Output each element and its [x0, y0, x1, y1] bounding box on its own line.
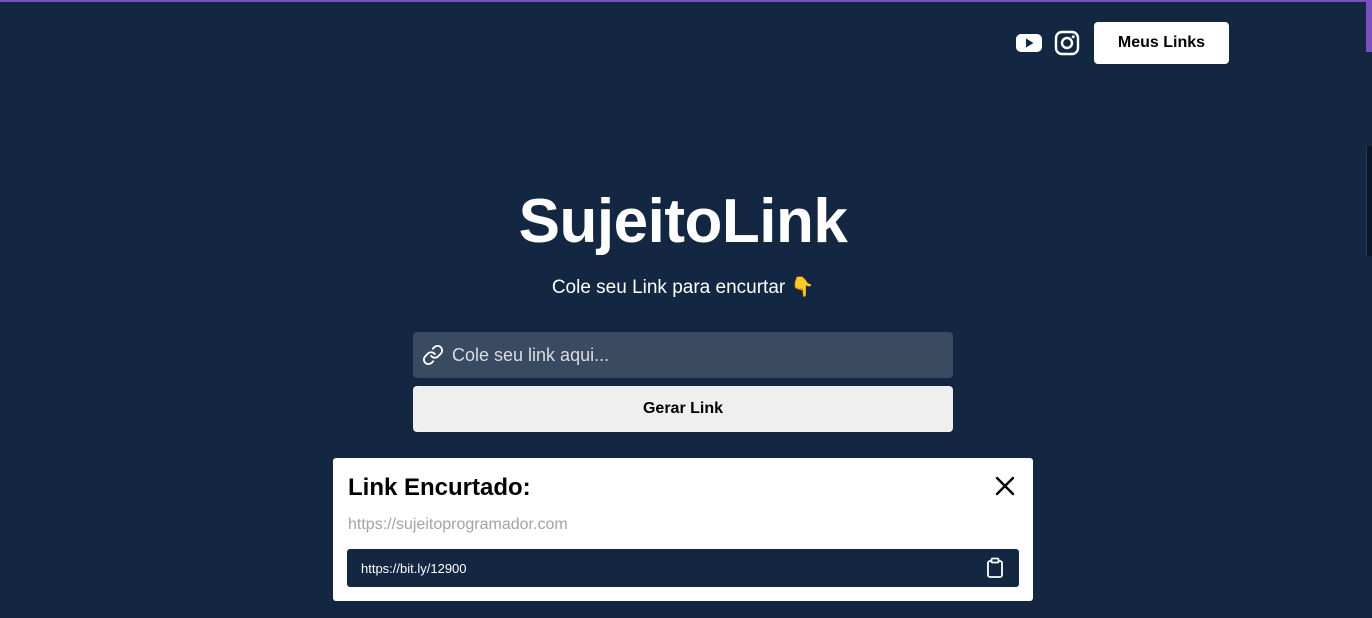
original-url: https://sujeitoprogramador.com [348, 516, 568, 533]
short-url: https://bit.ly/12900 [361, 560, 467, 576]
page-subtitle: Cole seu Link para encurtar 👇 [551, 277, 815, 298]
page-title: SujeitoLink [518, 187, 848, 256]
modal-title: Link Encurtado: [348, 474, 531, 501]
short-link-copy-button[interactable]: https://bit.ly/12900 [347, 549, 1019, 587]
youtube-icon[interactable] [1016, 30, 1042, 56]
clipboard-icon[interactable] [985, 557, 1005, 579]
shortened-link-modal: Link Encurtado: https://sujeitoprogramad… [333, 458, 1033, 601]
link-icon [422, 344, 444, 366]
instagram-icon[interactable] [1054, 30, 1080, 56]
window-edge-accent [1366, 2, 1372, 52]
my-links-button[interactable]: Meus Links [1094, 22, 1229, 64]
window-top-accent [0, 0, 1372, 2]
social-links [1016, 30, 1080, 56]
close-icon[interactable] [991, 472, 1019, 500]
link-input-container [413, 331, 953, 379]
link-input[interactable] [444, 331, 953, 379]
generate-link-button[interactable]: Gerar Link [413, 386, 953, 432]
scrollbar[interactable] [1366, 146, 1372, 256]
